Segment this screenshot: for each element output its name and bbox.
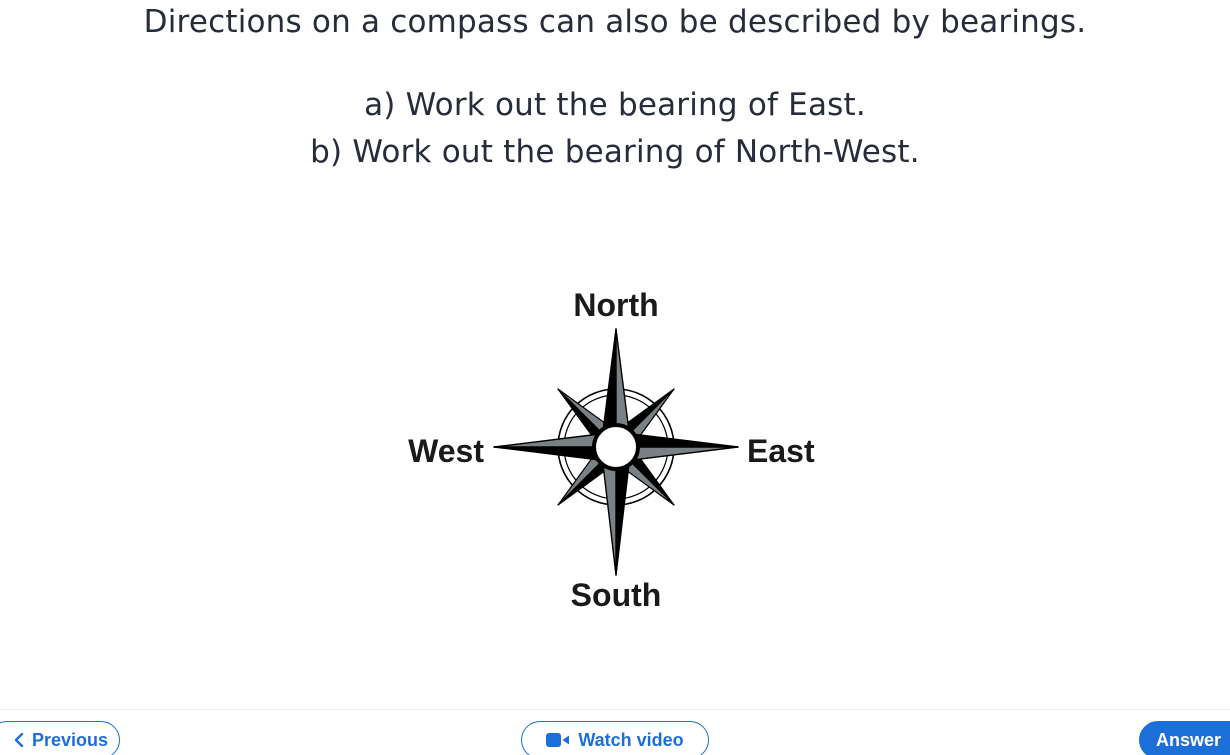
footer-toolbar: Previous Watch video Answer [0,709,1230,755]
south-label: South [571,577,662,613]
video-camera-icon [546,732,570,748]
compass-rose-diagram: North South East West [408,287,815,613]
previous-button-label: Previous [31,729,109,750]
compass-rose [493,328,739,576]
east-label: East [747,433,815,469]
previous-button[interactable]: Previous [0,721,120,755]
chevron-left-icon [14,733,24,747]
answer-button[interactable]: Answer [1139,721,1230,755]
answer-button-label: Answer [1156,729,1222,750]
watch-video-button[interactable]: Watch video [521,721,709,755]
page: Directions on a compass can also be desc… [0,0,1230,755]
watch-video-button-label: Watch video [578,729,684,750]
west-label: West [408,433,484,469]
north-label: North [573,287,658,323]
compass-center-hub [592,423,640,471]
